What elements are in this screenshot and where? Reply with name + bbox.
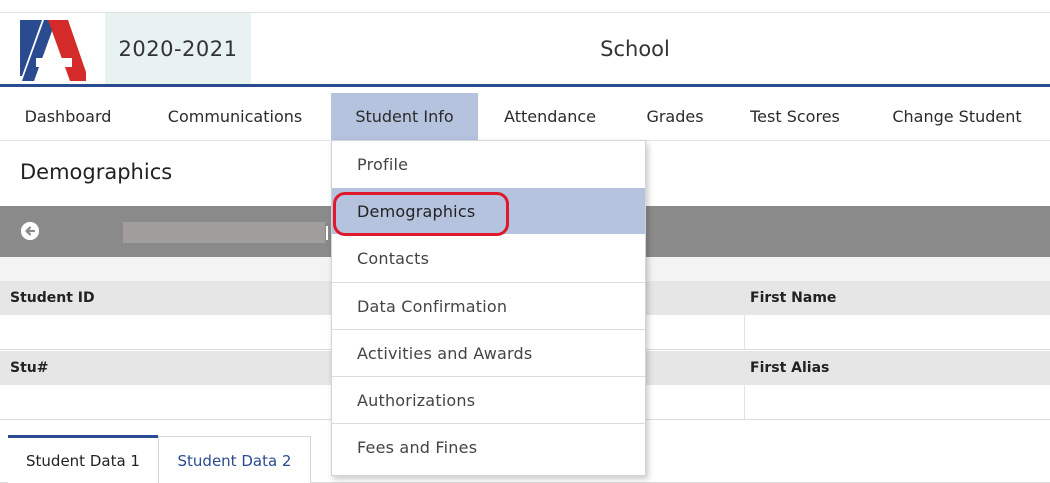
nav-student-info[interactable]: Student Info	[331, 93, 478, 140]
app-header: 2020-2021 School	[0, 13, 1050, 85]
arrow-left-circle-icon	[21, 222, 39, 240]
nav-grades[interactable]: Grades	[630, 93, 720, 140]
tab-student-data-1[interactable]: Student Data 1	[8, 435, 158, 483]
nav-communications[interactable]: Communications	[148, 93, 322, 140]
nav-test-scores-label: Test Scores	[750, 107, 840, 126]
student-name-redacted	[123, 222, 325, 243]
first-name-header: First Name	[750, 290, 837, 306]
nav-grades-label: Grades	[646, 107, 704, 126]
menu-item-activities-and-awards[interactable]: Activities and Awards	[332, 330, 645, 376]
highlight-annotation	[333, 192, 509, 236]
header-divider	[0, 84, 1050, 87]
student-id-header: Student ID	[10, 290, 95, 306]
nav-communications-label: Communications	[167, 107, 303, 126]
student-info-dropdown-menu: Profile Demographics Contacts Data Confi…	[331, 140, 646, 476]
menu-item-label: Data Confirmation	[357, 296, 508, 316]
school-name-label: School	[600, 37, 670, 61]
main-nav: Dashboard Communications Student Info At…	[0, 93, 1050, 140]
text-cursor	[326, 226, 328, 240]
app-page: 2020-2021 School Dashboard Communication…	[0, 0, 1050, 483]
menu-item-contacts[interactable]: Contacts	[332, 235, 645, 281]
tab-student-data-1-label: Student Data 1	[26, 451, 140, 470]
menu-item-profile[interactable]: Profile	[332, 141, 645, 187]
page-title: Demographics	[20, 160, 173, 184]
menu-item-fees-and-fines[interactable]: Fees and Fines	[332, 424, 645, 470]
stu-number-header: Stu#	[10, 360, 49, 376]
school-name-selector[interactable]: School	[500, 13, 770, 85]
nav-dashboard-label: Dashboard	[24, 107, 112, 126]
nav-student-info-label: Student Info	[355, 107, 454, 126]
nav-attendance[interactable]: Attendance	[486, 93, 614, 140]
nav-dashboard[interactable]: Dashboard	[8, 93, 128, 140]
aeries-logo[interactable]	[20, 20, 86, 81]
menu-item-label: Authorizations	[357, 390, 476, 410]
menu-item-data-confirmation[interactable]: Data Confirmation	[332, 283, 645, 329]
nav-test-scores[interactable]: Test Scores	[730, 93, 860, 140]
menu-item-authorizations[interactable]: Authorizations	[332, 377, 645, 423]
menu-item-label: Contacts	[357, 248, 430, 268]
first-alias-header: First Alias	[750, 360, 830, 376]
tab-student-data-2-label: Student Data 2	[177, 451, 292, 470]
menu-item-label: Profile	[357, 154, 409, 174]
nav-change-student[interactable]: Change Student	[872, 93, 1042, 140]
menu-item-label: Activities and Awards	[357, 343, 533, 363]
tab-student-data-2[interactable]: Student Data 2	[158, 436, 311, 483]
nav-attendance-label: Attendance	[504, 107, 596, 126]
school-year-selector[interactable]: 2020-2021	[105, 13, 251, 85]
logo-icon	[20, 20, 86, 81]
menu-item-label: Fees and Fines	[357, 437, 478, 457]
column-divider	[744, 385, 745, 419]
school-year-label: 2020-2021	[118, 37, 238, 61]
nav-change-student-label: Change Student	[892, 107, 1022, 126]
column-divider	[744, 315, 745, 349]
back-button[interactable]	[21, 222, 39, 240]
